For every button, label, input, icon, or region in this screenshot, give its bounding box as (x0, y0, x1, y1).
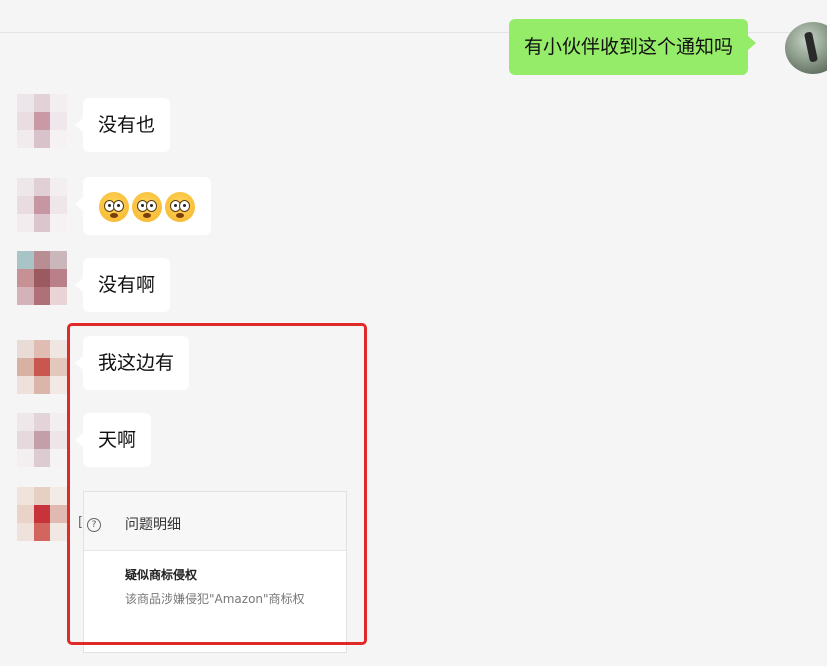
avatar[interactable] (17, 94, 67, 148)
outgoing-message-text: 有小伙伴收到这个通知吗 (524, 36, 734, 58)
incoming-message-bubble[interactable]: 没有也 (74, 98, 171, 152)
incoming-message-bubble[interactable]: 没有啊 (74, 258, 171, 312)
flushed-face-emoji (132, 191, 162, 222)
message-text: 没有也 (98, 114, 156, 136)
issue-title: 疑似商标侵权 (125, 568, 198, 582)
avatar[interactable] (17, 413, 67, 467)
flushed-face-emoji (99, 191, 129, 222)
message-text: 我这边有 (98, 352, 175, 374)
card-header-title: 问题明细 (125, 517, 181, 533)
message-text: 没有啊 (98, 274, 156, 296)
outgoing-message-bubble[interactable]: 有小伙伴收到这个通知吗 (509, 19, 757, 75)
incoming-message-bubble[interactable]: 我这边有 (74, 336, 190, 390)
clipped-text: [ (78, 515, 84, 530)
issue-description: 该商品涉嫌侵犯"Amazon"商标权 (125, 592, 305, 606)
avatar[interactable] (17, 340, 67, 394)
question-circle-icon: ? (87, 518, 101, 532)
flushed-face-emoji (165, 191, 195, 222)
incoming-emoji-bubble[interactable] (75, 177, 211, 235)
avatar[interactable] (17, 487, 67, 541)
card-header: [ ? 问题明细 (78, 492, 346, 551)
shared-screenshot-card[interactable]: [ ? 问题明细 疑似商标侵权 该商品涉嫌侵犯"Amazon"商标权 (78, 491, 347, 653)
self-avatar[interactable] (785, 22, 827, 74)
incoming-message-bubble[interactable]: 天啊 (74, 413, 152, 467)
message-text: 天啊 (98, 429, 137, 451)
avatar[interactable] (17, 178, 67, 232)
avatar[interactable] (17, 251, 67, 305)
